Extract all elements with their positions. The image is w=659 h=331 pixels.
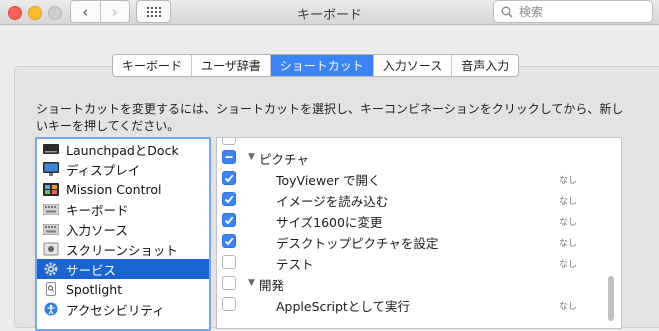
shortcut-label: デスクトップピクチャを設定 <box>276 236 439 251</box>
tab-user-dictionary[interactable]: ユーザ辞書 <box>192 55 271 76</box>
checkbox[interactable] <box>222 255 236 269</box>
category-input-sources[interactable]: 入力ソース <box>37 219 209 239</box>
checkmark-icon <box>224 216 234 225</box>
category-spotlight[interactable]: Spotlight <box>37 279 209 299</box>
category-keyboard[interactable]: キーボード <box>37 199 209 219</box>
group-row-pictures[interactable]: ▼ ピクチャ <box>217 147 621 168</box>
keyboard-icon <box>43 222 59 236</box>
gear-icon <box>43 262 59 276</box>
category-mission-control[interactable]: Mission Control <box>37 179 209 199</box>
accessibility-icon <box>43 302 59 316</box>
shortcut-label: サイズ1600に変更 <box>276 215 383 230</box>
group-label: ピクチャ <box>259 152 309 167</box>
category-accessibility[interactable]: アクセシビリティ <box>37 299 209 319</box>
checkbox[interactable] <box>222 138 236 145</box>
shortcut-label: AppleScriptとして実行 <box>276 299 410 314</box>
shortcut-key[interactable]: なし <box>559 215 577 228</box>
tab-input-sources[interactable]: 入力ソース <box>374 55 453 76</box>
tab-shortcuts[interactable]: ショートカット <box>270 55 374 76</box>
shortcut-key[interactable]: なし <box>559 236 577 249</box>
shortcut-row[interactable]: デスクトップピクチャを設定 なし <box>217 231 621 252</box>
shortcut-row[interactable]: ToyViewer で開く なし <box>217 168 621 189</box>
screenshot-icon <box>43 242 59 256</box>
display-icon <box>43 162 59 176</box>
shortcut-key[interactable]: なし <box>559 194 577 207</box>
shortcut-row[interactable]: イメージを読み込む なし <box>217 189 621 210</box>
mission-control-icon <box>43 182 59 196</box>
spotlight-icon <box>43 282 59 296</box>
search-placeholder: 検索 <box>519 5 544 19</box>
group-label: 開発 <box>259 278 285 293</box>
shortcut-key[interactable]: なし <box>559 257 577 270</box>
checkbox-pictures[interactable] <box>222 150 236 164</box>
checkbox[interactable] <box>222 192 236 206</box>
category-list[interactable]: LaunchpadとDock ディスプレイ Mission Control キー… <box>35 137 211 331</box>
shortcut-key[interactable]: なし <box>559 173 577 186</box>
checkbox[interactable] <box>222 234 236 248</box>
shortcut-row[interactable]: AppleScriptとして実行 なし <box>217 294 621 315</box>
category-services[interactable]: サービス <box>37 259 209 279</box>
checkbox[interactable] <box>222 297 236 311</box>
disclosure-triangle-icon[interactable]: ▼ <box>248 278 255 288</box>
tab-bar: キーボード ユーザ辞書 ショートカット 入力ソース 音声入力 <box>112 54 520 77</box>
shortcut-list[interactable]: ▼ ピクチャ ToyViewer で開く なし イメージを読み込む なし サイズ… <box>216 137 622 329</box>
title-bar: ‹ › キーボード 検索 <box>0 0 659 25</box>
checkmark-icon <box>224 195 234 204</box>
launchpad-dock-icon <box>43 142 59 156</box>
scrollbar-thumb[interactable] <box>608 276 614 321</box>
search-field[interactable]: 検索 <box>493 0 653 23</box>
tab-dictation[interactable]: 音声入力 <box>452 55 518 76</box>
category-display[interactable]: ディスプレイ <box>37 159 209 179</box>
shortcut-row[interactable]: テスト なし <box>217 252 621 273</box>
keyboard-icon <box>43 202 59 216</box>
checkbox[interactable] <box>222 213 236 227</box>
shortcut-key[interactable]: なし <box>559 299 577 312</box>
shortcut-row[interactable]: サイズ1600に変更 なし <box>217 210 621 231</box>
shortcut-label: イメージを読み込む <box>276 194 389 209</box>
checkmark-icon <box>224 237 234 246</box>
category-launchpad-dock[interactable]: LaunchpadとDock <box>37 139 209 159</box>
checkmark-icon <box>224 174 234 183</box>
disclosure-triangle-icon[interactable]: ▼ <box>248 152 255 162</box>
category-screenshots[interactable]: スクリーンショット <box>37 239 209 259</box>
shortcut-label: ToyViewer で開く <box>276 173 381 188</box>
instruction-text: ショートカットを変更するには、ショートカットを選択し、キーコンビネーションをクリ… <box>36 102 624 133</box>
shortcut-label: テスト <box>276 257 314 272</box>
group-row-development[interactable]: ▼ 開発 <box>217 273 621 294</box>
search-icon <box>501 6 513 18</box>
tab-keyboard[interactable]: キーボード <box>113 55 193 76</box>
checkbox[interactable] <box>222 171 236 185</box>
checkbox-development[interactable] <box>222 276 236 290</box>
